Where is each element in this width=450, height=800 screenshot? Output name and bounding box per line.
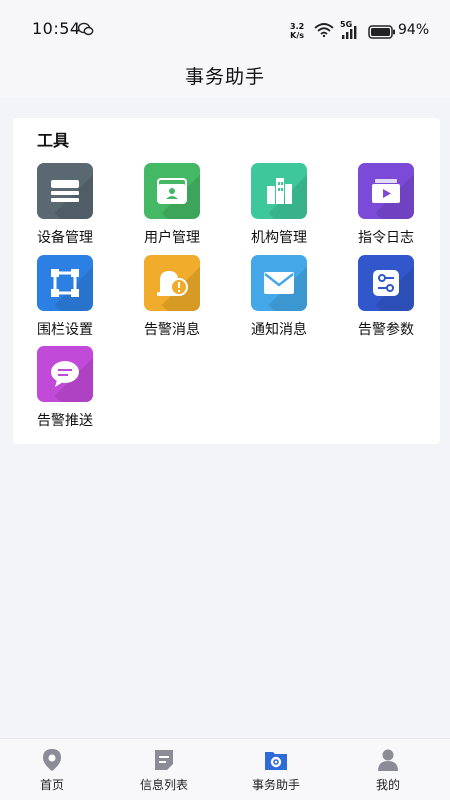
tool-label: 指令日志 — [358, 230, 414, 246]
sliders-icon — [358, 255, 414, 311]
tab-mine[interactable]: 我的 — [332, 739, 444, 800]
tab-label: 我的 — [375, 778, 400, 792]
tool-user-management[interactable]: 用户管理 — [127, 163, 217, 253]
tool-label: 围栏设置 — [37, 322, 93, 338]
page-title: 事务助手 — [184, 66, 265, 88]
tool-alarm-parameters[interactable]: 告警参数 — [341, 255, 431, 345]
note-icon — [152, 748, 176, 772]
alarm-bell-icon — [144, 255, 200, 311]
battery-icon — [368, 24, 396, 43]
wechat-icon — [77, 21, 94, 40]
tool-label: 用户管理 — [144, 230, 200, 246]
bottom-tab-bar: 首页 信息列表 事务助手 我的 — [0, 738, 450, 800]
tool-command-log[interactable]: 指令日志 — [341, 163, 431, 253]
tab-label: 事务助手 — [251, 778, 300, 792]
tab-affairs-assistant[interactable]: 事务助手 — [220, 739, 332, 800]
page-header: 事务助手 — [0, 58, 450, 98]
tools-section-title: 工具 — [37, 131, 70, 150]
tool-alarm-messages[interactable]: 告警消息 — [127, 255, 217, 345]
tool-device-management[interactable]: 设备管理 — [20, 163, 110, 253]
gear-folder-icon — [264, 748, 288, 772]
tab-label: 首页 — [39, 778, 64, 792]
tool-label: 设备管理 — [37, 230, 93, 246]
battery-percent: 94% — [398, 22, 430, 38]
status-bar: 10:54 3.2 K/s 5G 94% — [0, 0, 450, 58]
signal-icon — [340, 24, 362, 43]
mail-icon — [251, 255, 307, 311]
tool-org-management[interactable]: 机构管理 — [234, 163, 324, 253]
status-time: 10:54 — [32, 19, 81, 38]
tab-label: 信息列表 — [139, 778, 188, 792]
device-icon — [37, 163, 93, 219]
building-icon — [251, 163, 307, 219]
net-speed: 3.2 K/s — [290, 22, 305, 40]
wifi-icon — [314, 22, 334, 41]
fence-icon — [37, 255, 93, 311]
chat-bubble-icon — [37, 346, 93, 402]
tab-info-list[interactable]: 信息列表 — [108, 739, 220, 800]
tool-label: 机构管理 — [251, 230, 307, 246]
video-log-icon — [358, 163, 414, 219]
tool-alarm-push[interactable]: 告警推送 — [20, 346, 110, 436]
tab-home[interactable]: 首页 — [0, 739, 108, 800]
map-pin-icon — [40, 748, 64, 772]
tool-label: 通知消息 — [251, 322, 307, 338]
tools-card: 工具 设备管理 用户管理 机构管理 指令日志 围栏设置 告警消息 通知消息 告警… — [13, 118, 440, 444]
tool-fence-settings[interactable]: 围栏设置 — [20, 255, 110, 345]
tool-label: 告警推送 — [37, 413, 93, 429]
tool-notifications[interactable]: 通知消息 — [234, 255, 324, 345]
tool-label: 告警参数 — [358, 322, 414, 338]
tool-label: 告警消息 — [144, 322, 200, 338]
user-card-icon — [144, 163, 200, 219]
person-icon — [376, 748, 400, 772]
